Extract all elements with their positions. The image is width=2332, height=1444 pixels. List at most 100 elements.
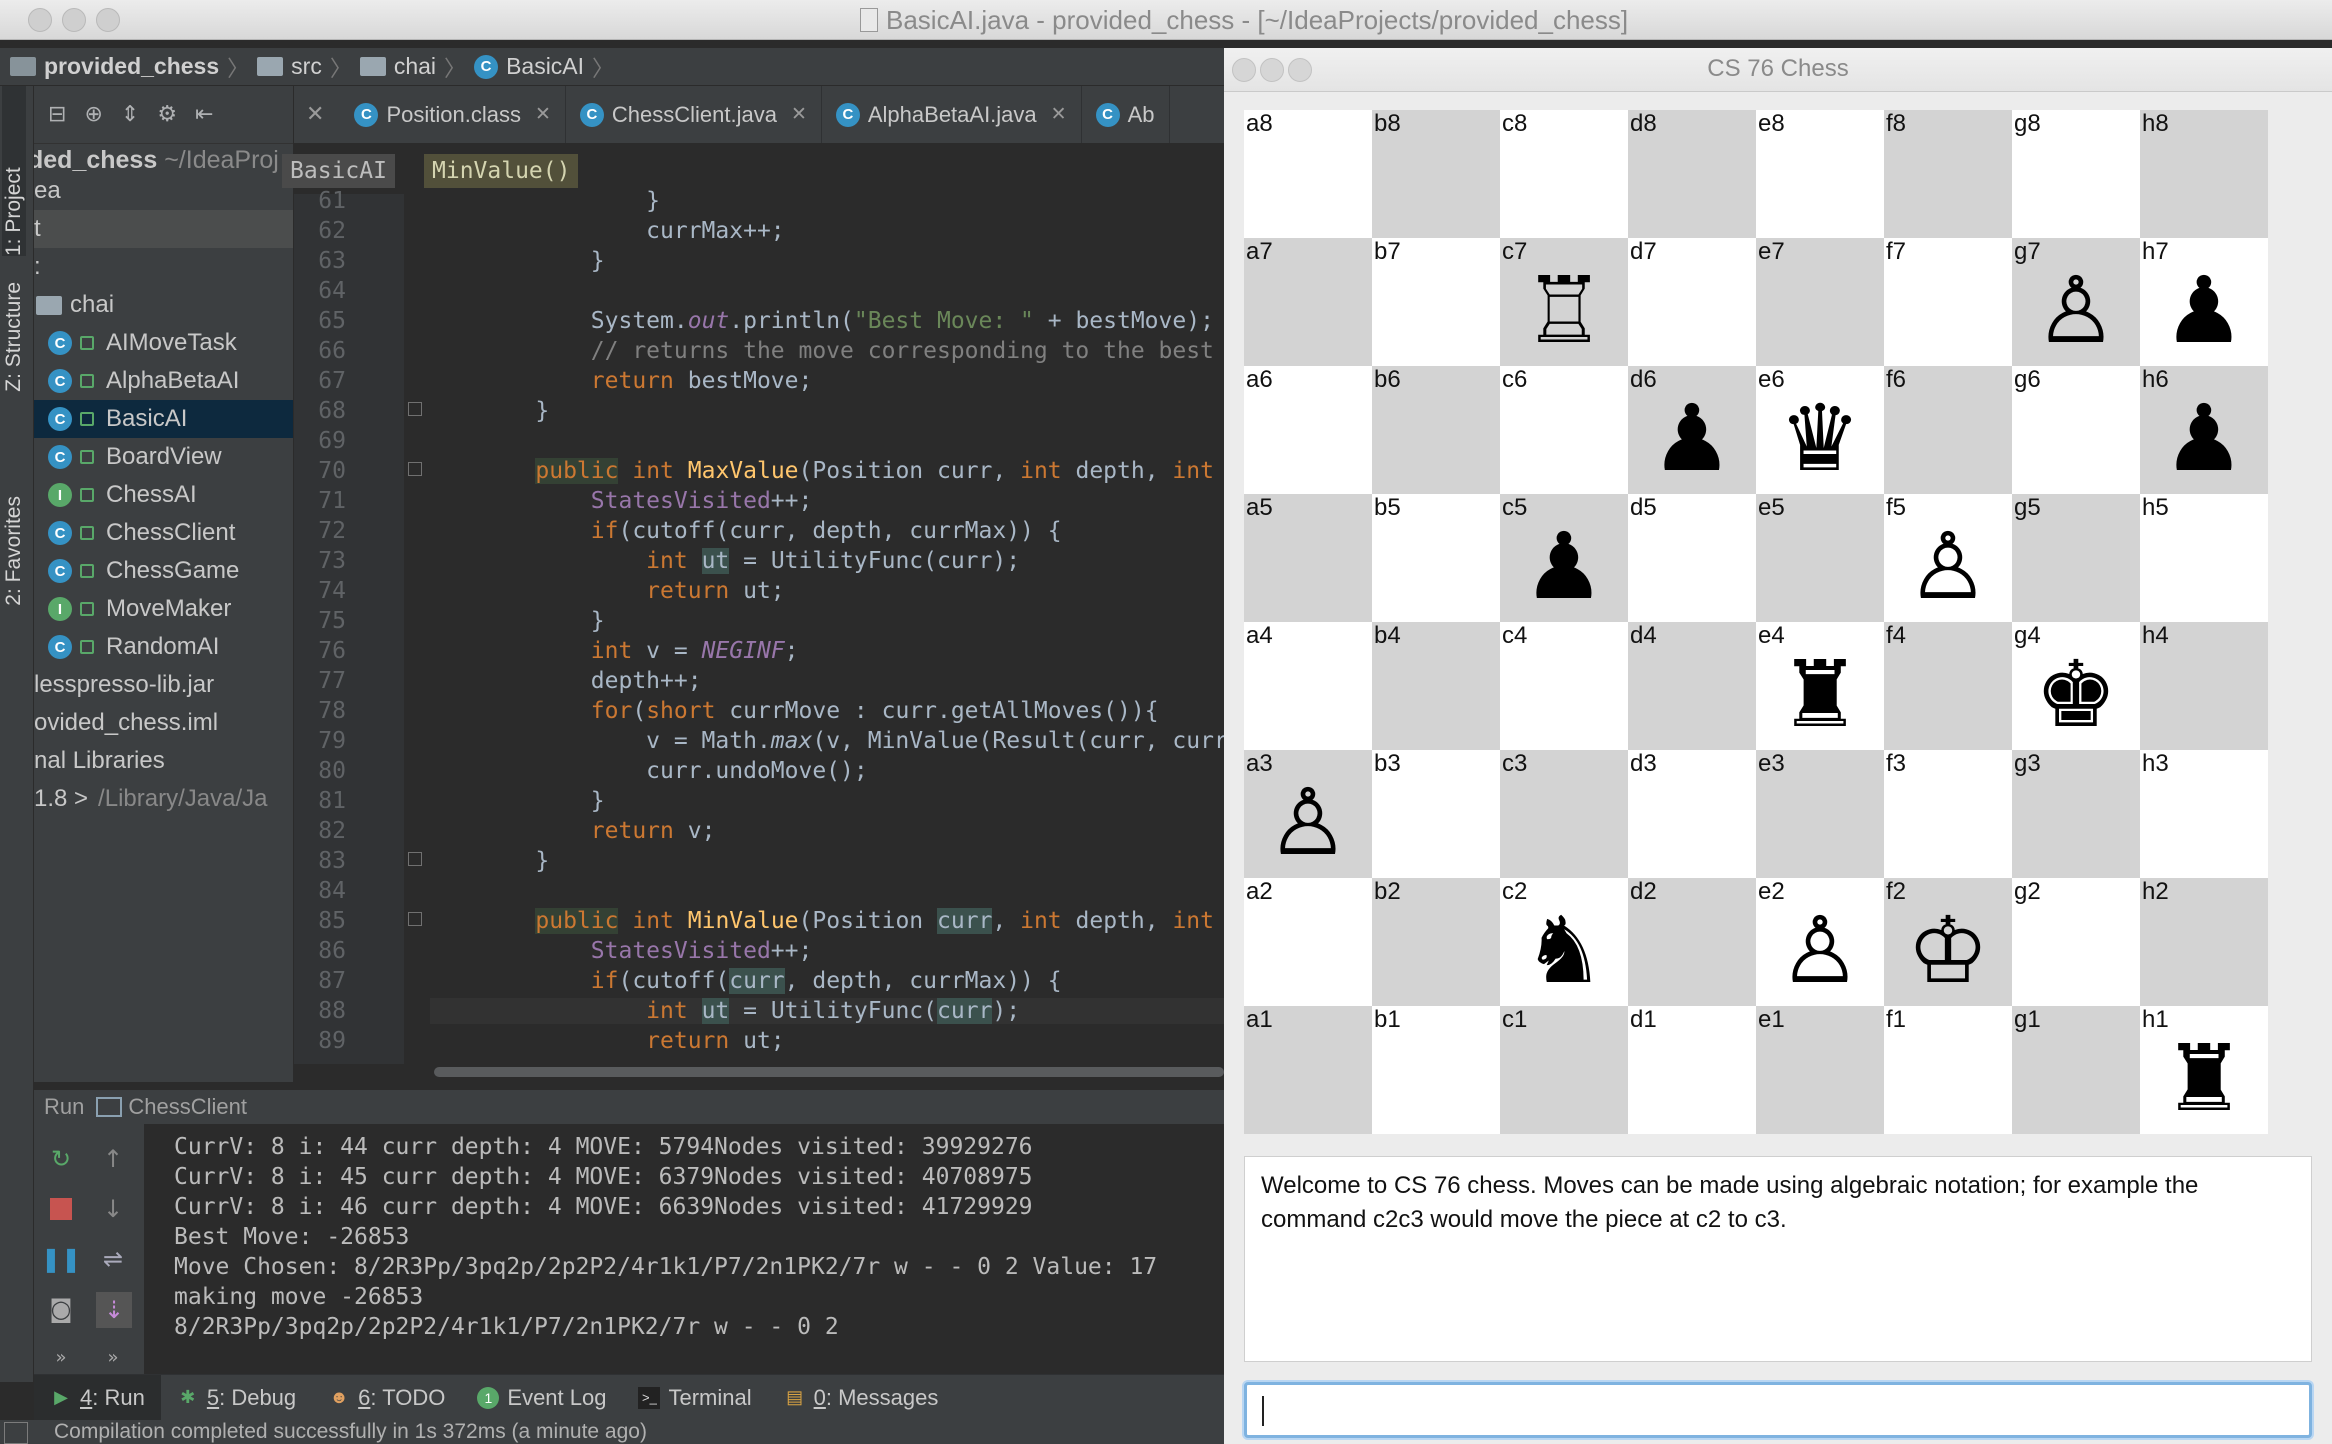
pin-icon[interactable]: ⇣ — [96, 1292, 132, 1328]
square-c2[interactable]: c2 ♞ — [1500, 878, 1628, 1006]
fold-marker[interactable] — [408, 852, 422, 866]
square-a4[interactable]: a4 — [1244, 622, 1372, 750]
square-g6[interactable]: g6 — [2012, 366, 2140, 494]
square-h8[interactable]: h8 — [2140, 110, 2268, 238]
fold-marker[interactable] — [408, 912, 422, 926]
chess-piece[interactable]: ♛ — [1756, 384, 1884, 494]
square-g3[interactable]: g3 — [2012, 750, 2140, 878]
square-g1[interactable]: g1 — [2012, 1006, 2140, 1134]
square-g7[interactable]: g7 ♙ — [2012, 238, 2140, 366]
square-e4[interactable]: e4 ♜ — [1756, 622, 1884, 750]
tree-item[interactable]: nal Libraries — [34, 742, 293, 780]
square-d2[interactable]: d2 — [1628, 878, 1756, 1006]
chess-piece[interactable]: ♜ — [1756, 640, 1884, 750]
run-config-name[interactable]: ChessClient — [128, 1094, 247, 1120]
square-d1[interactable]: d1 — [1628, 1006, 1756, 1134]
tree-item[interactable]: C ChessGame — [34, 552, 293, 590]
collapse-icon[interactable]: ⊟ — [48, 102, 66, 127]
square-d3[interactable]: d3 — [1628, 750, 1756, 878]
tree-item[interactable]: I ChessAI — [34, 476, 293, 514]
chess-piece[interactable]: ♙ — [2012, 256, 2140, 366]
square-e5[interactable]: e5 — [1756, 494, 1884, 622]
status-toggle-icon[interactable] — [4, 1422, 28, 1444]
tab-messages[interactable]: ▤ 0: Messages — [768, 1375, 955, 1421]
square-b6[interactable]: b6 — [1372, 366, 1500, 494]
stop-icon[interactable] — [46, 1194, 76, 1224]
tree-item[interactable]: I MoveMaker — [34, 590, 293, 628]
expand-icon[interactable]: ⇕ — [121, 102, 139, 127]
square-e8[interactable]: e8 — [1756, 110, 1884, 238]
wrap-icon[interactable]: ⇌ — [98, 1244, 128, 1274]
square-c3[interactable]: c3 — [1500, 750, 1628, 878]
crumb-class[interactable]: BasicAI — [282, 154, 395, 188]
chess-piece[interactable]: ♟ — [2140, 256, 2268, 366]
square-f4[interactable]: f4 — [1884, 622, 2012, 750]
chess-board[interactable]: a8 b8 c8 d8 e8 f8 g8 h8 a7 b7 c7 ♖ d7 e7 f7 g7 ♙ h7 ♟ a6 b6 c… — [1244, 110, 2268, 1134]
tree-item[interactable]: chai — [34, 286, 293, 324]
square-d4[interactable]: d4 — [1628, 622, 1756, 750]
zoom-window-button[interactable] — [96, 8, 120, 32]
close-tab-icon[interactable]: ✕ — [791, 103, 807, 126]
square-f8[interactable]: f8 — [1884, 110, 2012, 238]
tree-item[interactable]: ea — [34, 172, 293, 210]
tab-run[interactable]: ▶ 4: Run — [34, 1374, 161, 1421]
square-a5[interactable]: a5 — [1244, 494, 1372, 622]
chess-piece[interactable]: ♖ — [1500, 256, 1628, 366]
target-icon[interactable]: ⊕ — [84, 102, 102, 127]
square-h4[interactable]: h4 — [2140, 622, 2268, 750]
square-d6[interactable]: d6 ♟ — [1628, 366, 1756, 494]
close-tab-icon[interactable]: ✕ — [535, 103, 551, 126]
tab-structure-tool[interactable]: Z: Structure — [2, 282, 26, 392]
nav-file[interactable]: C BasicAI — [474, 53, 584, 80]
chess-piece[interactable]: ♚ — [2012, 640, 2140, 750]
square-e2[interactable]: e2 ♙ — [1756, 878, 1884, 1006]
square-f7[interactable]: f7 — [1884, 238, 2012, 366]
chess-piece[interactable]: ♔ — [1884, 896, 2012, 1006]
tree-item[interactable]: C AlphaBetaAI — [34, 362, 293, 400]
tree-item[interactable]: C ChessClient — [34, 514, 293, 552]
tree-item[interactable]: lesspresso-lib.jar — [34, 666, 293, 704]
pause-icon[interactable]: ❚❚ — [41, 1244, 81, 1274]
tab-project-tool[interactable]: 1: Project — [2, 86, 26, 256]
editor-horizontal-scrollbar[interactable] — [430, 1064, 1224, 1080]
square-g5[interactable]: g5 — [2012, 494, 2140, 622]
square-f1[interactable]: f1 — [1884, 1006, 2012, 1134]
square-d8[interactable]: d8 — [1628, 110, 1756, 238]
square-h3[interactable]: h3 — [2140, 750, 2268, 878]
square-a1[interactable]: a1 — [1244, 1006, 1372, 1134]
square-a7[interactable]: a7 — [1244, 238, 1372, 366]
square-f5[interactable]: f5 ♙ — [1884, 494, 2012, 622]
square-b8[interactable]: b8 — [1372, 110, 1500, 238]
more-icon[interactable]: » — [46, 1342, 76, 1372]
editor-tab[interactable]: C Position.class ✕ — [340, 86, 566, 143]
square-g2[interactable]: g2 — [2012, 878, 2140, 1006]
square-f3[interactable]: f3 — [1884, 750, 2012, 878]
square-g8[interactable]: g8 — [2012, 110, 2140, 238]
chess-piece[interactable]: ♜ — [2140, 1024, 2268, 1134]
square-a3[interactable]: a3 ♙ — [1244, 750, 1372, 878]
tab-todo[interactable]: ☻ 6: TODO — [312, 1375, 461, 1421]
square-c6[interactable]: c6 — [1500, 366, 1628, 494]
nav-src[interactable]: src — [257, 53, 322, 80]
square-c1[interactable]: c1 — [1500, 1006, 1628, 1134]
close-window-button[interactable] — [28, 8, 52, 32]
square-b5[interactable]: b5 — [1372, 494, 1500, 622]
more-icon-2[interactable]: » — [98, 1342, 128, 1372]
square-h5[interactable]: h5 — [2140, 494, 2268, 622]
chess-piece[interactable]: ♙ — [1244, 768, 1372, 878]
chess-piece[interactable]: ♞ — [1500, 896, 1628, 1006]
crumb-method[interactable]: MinValue() — [424, 154, 579, 188]
square-b3[interactable]: b3 — [1372, 750, 1500, 878]
editor-tab[interactable]: C ChessClient.java ✕ — [566, 86, 822, 143]
square-c8[interactable]: c8 — [1500, 110, 1628, 238]
square-h2[interactable]: h2 — [2140, 878, 2268, 1006]
tree-item[interactable]: C AIMoveTask — [34, 324, 293, 362]
square-b7[interactable]: b7 — [1372, 238, 1500, 366]
square-b4[interactable]: b4 — [1372, 622, 1500, 750]
square-a8[interactable]: a8 — [1244, 110, 1372, 238]
tree-item[interactable]: C BoardView — [34, 438, 293, 476]
tab-debug[interactable]: ✱ 5: Debug — [161, 1375, 312, 1421]
hide-panel-icon[interactable]: ⇤ — [195, 102, 213, 127]
square-c4[interactable]: c4 — [1500, 622, 1628, 750]
tree-item[interactable]: ovided_chess.iml — [34, 704, 293, 742]
